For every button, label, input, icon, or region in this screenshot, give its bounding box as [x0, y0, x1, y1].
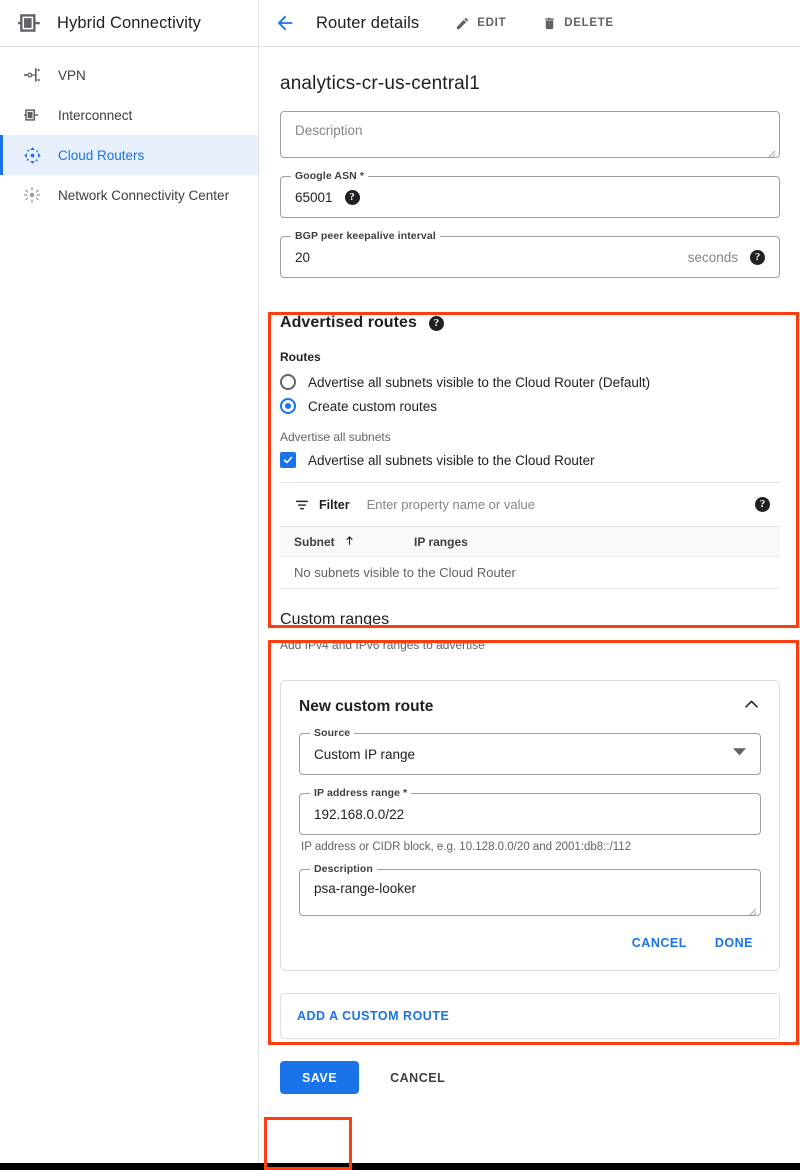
sidebar-title: Hybrid Connectivity [57, 14, 201, 33]
add-custom-route-card[interactable]: ADD A CUSTOM ROUTE [280, 993, 780, 1039]
help-icon[interactable]: ? [750, 250, 765, 265]
subnets-table-card: Filter Enter property name or value ? Su… [280, 482, 780, 589]
subnets-table-empty-row: No subnets visible to the Cloud Router [280, 557, 780, 589]
source-label: Source [310, 727, 354, 739]
column-header-subnet[interactable]: Subnet [294, 534, 414, 550]
sidebar-item-network-connectivity-center[interactable]: Network Connectivity Center [0, 175, 258, 215]
routes-label: Routes [280, 350, 780, 364]
edit-label: EDIT [477, 17, 506, 29]
bgp-keepalive-value: 20 [295, 250, 310, 265]
sidebar: Hybrid Connectivity VPN [0, 0, 259, 1163]
radio-button-selected-icon [280, 398, 296, 414]
help-icon[interactable]: ? [429, 316, 444, 331]
app-root: Hybrid Connectivity VPN [0, 0, 800, 1170]
vpn-icon [22, 65, 42, 85]
column-header-label: Subnet [294, 535, 335, 549]
ip-address-range-field[interactable]: IP address range * 192.168.0.0/22 [299, 793, 761, 835]
custom-route-description-label: Description [310, 863, 377, 875]
form-footer: SAVE CANCEL [280, 1061, 780, 1108]
interconnect-logo-icon [13, 6, 47, 40]
subnets-table-header: Subnet IP ranges [280, 527, 780, 557]
detail-content: analytics-cr-us-central1 Description Goo… [260, 73, 800, 1108]
ncc-hub-icon [22, 185, 42, 205]
custom-ranges-section: Custom ranges Add IPv4 and IPv6 ranges t… [280, 611, 780, 971]
filter-row[interactable]: Filter Enter property name or value ? [280, 483, 780, 527]
sidebar-header: Hybrid Connectivity [0, 0, 258, 47]
cancel-custom-route-button[interactable]: CANCEL [624, 930, 695, 956]
advertised-routes-heading: Advertised routes [280, 314, 417, 332]
new-custom-route-actions: CANCEL DONE [299, 918, 761, 956]
main-panel: Router details EDIT DELETE ana [260, 0, 800, 1163]
column-header-ip-ranges[interactable]: IP ranges [414, 535, 468, 549]
pencil-icon [455, 16, 470, 31]
page-title: Router details [316, 14, 419, 33]
source-value: Custom IP range [314, 747, 415, 762]
checkbox-label: Advertise all subnets visible to the Clo… [308, 453, 595, 468]
delete-label: DELETE [564, 17, 614, 29]
edit-button[interactable]: EDIT [455, 16, 506, 31]
radio-label: Create custom routes [308, 399, 437, 414]
radio-button-icon [280, 374, 296, 390]
radio-label: Advertise all subnets visible to the Clo… [308, 375, 650, 390]
bgp-keepalive-field[interactable]: BGP peer keepalive interval 20 seconds ? [280, 236, 780, 278]
empty-message: No subnets visible to the Cloud Router [294, 565, 516, 580]
router-name: analytics-cr-us-central1 [280, 73, 780, 95]
advertised-routes-heading-row: Advertised routes ? [280, 314, 780, 332]
router-description-field[interactable]: Description [280, 111, 780, 158]
help-icon[interactable]: ? [755, 497, 770, 512]
sidebar-item-label: Interconnect [58, 108, 132, 123]
filter-input[interactable]: Enter property name or value [367, 497, 535, 512]
sidebar-nav: VPN Interconnect [0, 47, 258, 215]
advertise-all-subnets-group-label: Advertise all subnets [280, 430, 780, 444]
done-custom-route-button[interactable]: DONE [707, 930, 761, 956]
resize-grip-icon[interactable] [748, 904, 757, 913]
add-custom-route-button[interactable]: ADD A CUSTOM ROUTE [297, 1009, 449, 1023]
cloud-router-icon [22, 145, 42, 165]
checkbox-checked-icon [280, 452, 296, 468]
new-custom-route-header: New custom route [299, 681, 761, 733]
google-asn-value: 65001 [295, 190, 333, 205]
bgp-keepalive-suffix: seconds [688, 250, 738, 265]
caret-down-icon [733, 745, 746, 763]
ip-address-range-label: IP address range * [310, 787, 411, 799]
radio-create-custom-routes[interactable]: Create custom routes [280, 398, 780, 414]
bottom-bar [0, 1163, 800, 1170]
sidebar-item-interconnect[interactable]: Interconnect [0, 95, 258, 135]
cancel-button[interactable]: CANCEL [390, 1071, 445, 1085]
router-description-placeholder: Description [295, 123, 363, 138]
bgp-keepalive-label: BGP peer keepalive interval [291, 230, 440, 242]
source-select[interactable]: Source Custom IP range [299, 733, 761, 775]
delete-button[interactable]: DELETE [542, 16, 614, 31]
new-custom-route-card: New custom route Source Custom IP range [280, 680, 780, 971]
new-custom-route-heading: New custom route [299, 698, 433, 716]
sidebar-item-vpn[interactable]: VPN [0, 55, 258, 95]
filter-list-icon [294, 497, 310, 513]
custom-ranges-subtitle: Add IPv4 and IPv6 ranges to advertise [280, 638, 780, 652]
sidebar-item-label: Network Connectivity Center [58, 188, 229, 203]
advertised-routes-section: Advertised routes ? Routes Advertise all… [280, 314, 780, 589]
radio-advertise-all-default[interactable]: Advertise all subnets visible to the Clo… [280, 374, 780, 390]
custom-ranges-heading: Custom ranges [280, 611, 780, 629]
custom-route-description-value: psa-range-looker [314, 881, 416, 896]
checkbox-advertise-all-subnets[interactable]: Advertise all subnets visible to the Clo… [280, 452, 780, 468]
custom-route-description-field[interactable]: Description psa-range-looker [299, 869, 761, 916]
ip-address-range-value: 192.168.0.0/22 [314, 807, 404, 822]
chevron-up-icon[interactable] [742, 695, 761, 719]
arrow-back-icon[interactable] [272, 10, 298, 36]
sidebar-item-label: VPN [58, 68, 86, 83]
arrow-up-icon [343, 534, 356, 550]
google-asn-label: Google ASN * [291, 170, 368, 182]
ip-address-range-hint: IP address or CIDR block, e.g. 10.128.0.… [301, 841, 761, 853]
sidebar-item-label: Cloud Routers [58, 148, 144, 163]
sidebar-item-cloud-routers[interactable]: Cloud Routers [0, 135, 258, 175]
save-button[interactable]: SAVE [280, 1061, 359, 1094]
resize-grip-icon[interactable] [767, 146, 776, 155]
detail-toolbar: Router details EDIT DELETE [260, 0, 800, 47]
interconnect-icon [22, 105, 42, 125]
filter-label: Filter [319, 498, 350, 512]
google-asn-field[interactable]: Google ASN * 65001 ? [280, 176, 780, 218]
help-icon[interactable]: ? [345, 190, 360, 205]
trash-icon [542, 16, 557, 31]
